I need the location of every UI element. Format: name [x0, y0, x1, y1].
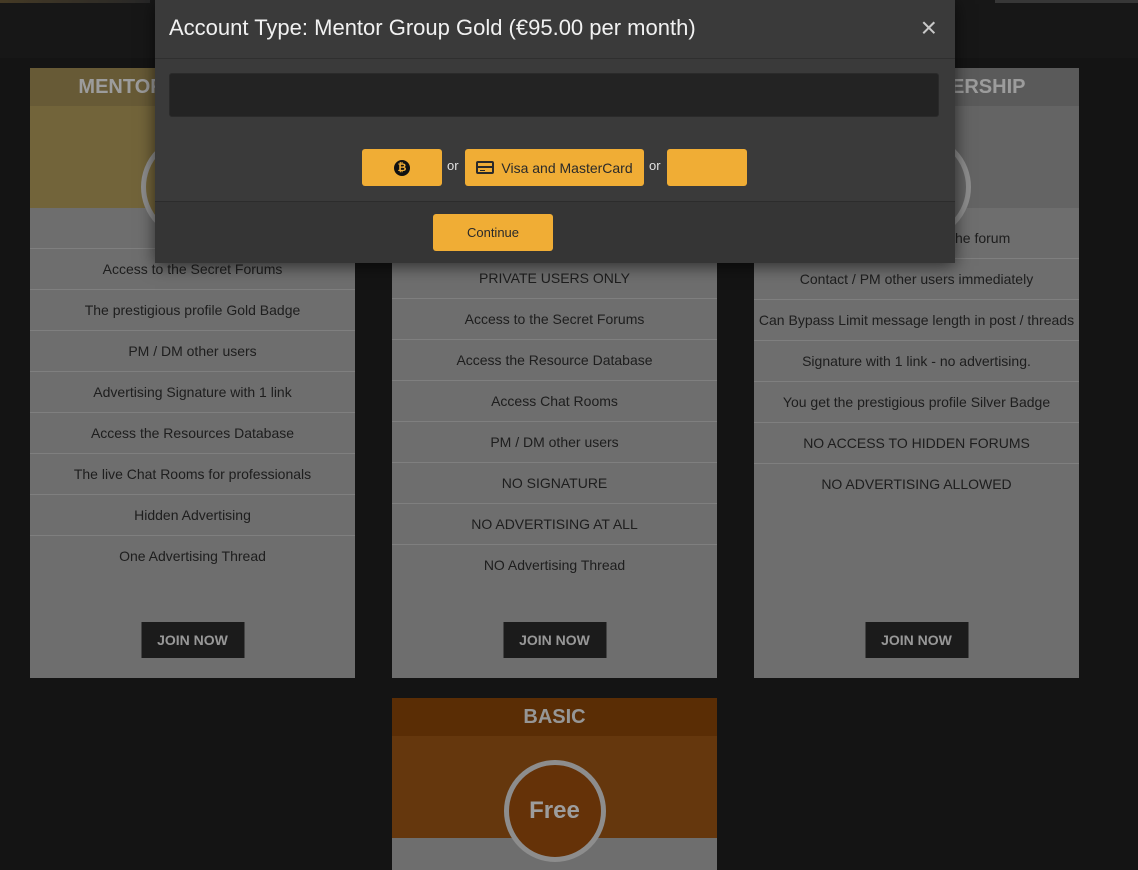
dialog-header: Account Type: Mentor Group Gold (€95.00 …: [155, 0, 955, 59]
payment-options: ₿ or Visa and MasterCard or: [155, 149, 955, 187]
or-separator: or: [649, 158, 661, 173]
card-payment-button[interactable]: Visa and MasterCard: [465, 149, 644, 186]
credit-card-icon: [476, 161, 495, 174]
bitcoin-payment-button[interactable]: ₿: [362, 149, 442, 186]
bitcoin-icon: ₿: [394, 159, 410, 176]
close-icon[interactable]: ×: [921, 14, 937, 42]
dialog-title: Account Type: Mentor Group Gold (€95.00 …: [169, 15, 696, 40]
card-payment-label: Visa and MasterCard: [501, 159, 633, 176]
payment-info-field[interactable]: [169, 73, 939, 117]
continue-button[interactable]: Continue: [433, 214, 553, 251]
other-payment-button[interactable]: [667, 149, 747, 186]
dialog-footer: Continue: [155, 201, 955, 263]
account-type-dialog: Account Type: Mentor Group Gold (€95.00 …: [155, 0, 955, 263]
or-separator: or: [447, 158, 459, 173]
